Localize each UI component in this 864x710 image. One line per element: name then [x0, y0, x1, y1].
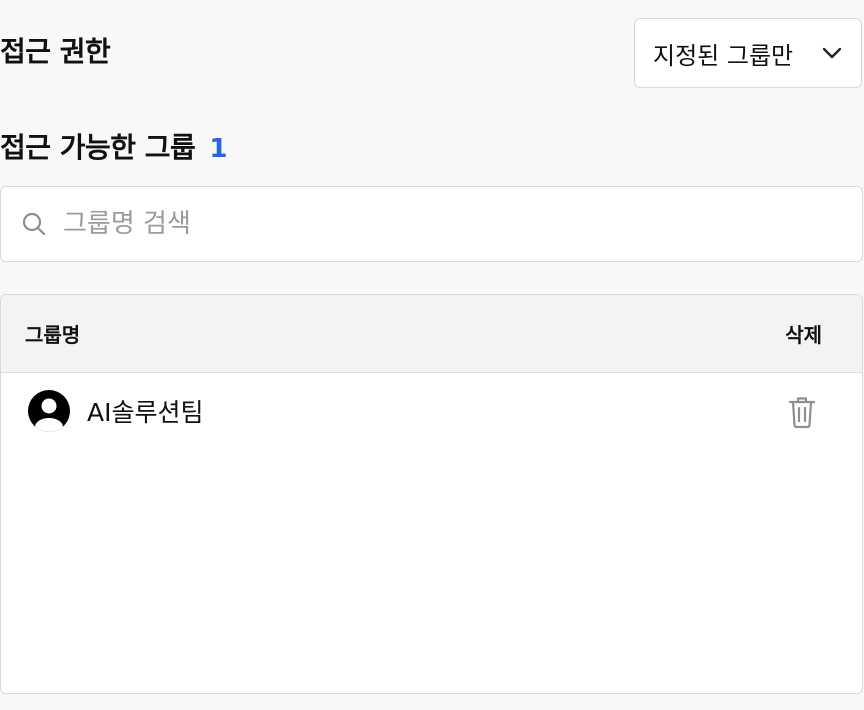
access-scope-dropdown[interactable]: 지정된 그룹만 — [634, 18, 862, 88]
group-search-box[interactable] — [0, 186, 863, 262]
group-cell: AI솔루션팀 — [27, 389, 203, 433]
accessible-groups-header: 접근 가능한 그룹 1 — [0, 126, 227, 166]
user-circle-icon — [27, 389, 71, 433]
chevron-down-icon — [819, 40, 845, 66]
trash-icon[interactable] — [786, 394, 818, 430]
access-permission-panel: 접근 권한 지정된 그룹만 접근 가능한 그룹 1 그룹명 삭제 — [0, 0, 864, 710]
column-header-delete: 삭제 — [785, 323, 822, 347]
group-name: AI솔루션팀 — [87, 398, 204, 427]
table-row: AI솔루션팀 — [1, 373, 862, 453]
access-permission-title: 접근 권한 — [0, 35, 111, 68]
accessible-groups-table: 그룹명 삭제 AI솔루션팀 — [0, 294, 863, 694]
group-search-input[interactable] — [61, 208, 825, 240]
accessible-groups-count: 1 — [209, 134, 228, 164]
access-scope-value: 지정된 그룹만 — [653, 41, 794, 70]
search-icon — [19, 209, 49, 239]
column-header-group-name: 그룹명 — [25, 323, 81, 347]
table-header: 그룹명 삭제 — [1, 295, 862, 373]
accessible-groups-title: 접근 가능한 그룹 — [0, 131, 196, 164]
